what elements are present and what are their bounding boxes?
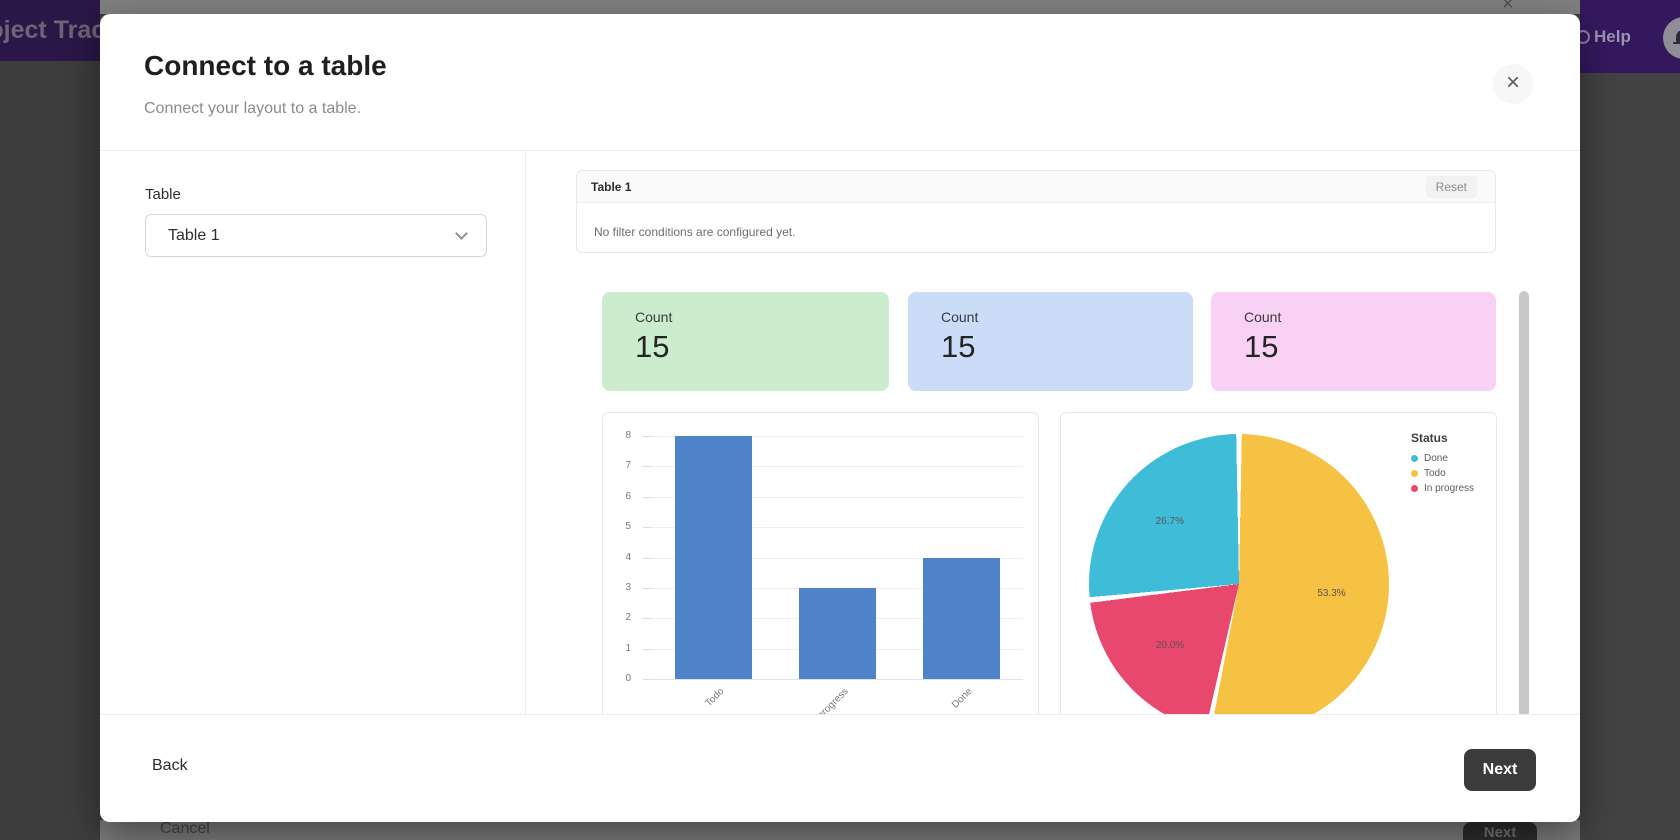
bar-y-tick-label: 7	[625, 460, 631, 472]
reset-button[interactable]: Reset	[1425, 176, 1477, 198]
modal-body: Table Table 1 Table 1 Reset No filter co…	[100, 150, 1580, 714]
bar-y-tick-label: 1	[625, 642, 631, 654]
app-header-left: Project Tracker	[0, 0, 100, 61]
filter-card-header: Table 1 Reset	[577, 171, 1495, 203]
bar-axis-tick	[643, 618, 651, 620]
table-field-label: Table	[145, 186, 181, 203]
behind-next-button: Next	[1463, 822, 1537, 840]
chevron-down-icon	[455, 227, 468, 240]
count-label: Count	[1244, 309, 1282, 325]
modal-footer: Back Next	[100, 714, 1580, 822]
preview-scrollbar[interactable]	[1519, 291, 1529, 714]
legend-dot	[1411, 455, 1418, 462]
count-value: 15	[1244, 329, 1279, 364]
bar-axis-tick	[643, 466, 651, 468]
pie-chart	[1089, 434, 1389, 714]
legend-item-done: Done	[1411, 453, 1474, 464]
legend-item-todo: Todo	[1411, 468, 1474, 479]
count-label: Count	[941, 309, 979, 325]
app-header-right: Help	[1576, 0, 1680, 73]
back-button[interactable]: Back	[152, 757, 188, 775]
bar-x-label: In progress	[807, 686, 851, 714]
close-icon[interactable]: ×	[1493, 64, 1533, 104]
bar-gridline	[651, 679, 1023, 680]
legend-dot	[1411, 485, 1418, 492]
bar-axis-tick	[643, 679, 651, 680]
bar-chart: 0 1 2 3 4 5 6 7 8 Todo In progress Done	[603, 413, 1038, 714]
count-card-green: Count 15	[602, 292, 889, 391]
filter-card: Table 1 Reset No filter conditions are c…	[576, 170, 1496, 253]
bar-axis-tick	[643, 436, 651, 437]
bar-axis-tick	[643, 557, 651, 559]
behind-dialog-top-edge: ×	[100, 0, 1580, 15]
legend-label: In progress	[1424, 483, 1475, 494]
bar-x-label: Todo	[703, 686, 727, 710]
settings-pane: Table Table 1	[100, 151, 525, 714]
backdrop-left	[0, 0, 100, 840]
legend-label: Done	[1424, 453, 1448, 464]
filter-empty-text: No filter conditions are configured yet.	[594, 225, 796, 239]
backdrop-right	[1580, 0, 1680, 840]
count-label: Count	[635, 309, 673, 325]
bar-y-tick-label: 3	[625, 581, 631, 593]
modal-subtitle: Connect your layout to a table.	[144, 100, 362, 117]
bar-done	[922, 557, 1000, 679]
pie-chart-card: 53.3% 20.0% 26.7% Status Done Todo In prog…	[1060, 412, 1497, 714]
avatar	[1663, 17, 1680, 59]
app-logo: Project Tracker	[0, 16, 100, 44]
legend-title: Status	[1411, 431, 1448, 445]
count-value: 15	[941, 329, 976, 364]
bar-y-tick-label: 2	[625, 612, 631, 624]
bar-chart-card: 0 1 2 3 4 5 6 7 8 Todo In progress Done	[602, 412, 1039, 714]
count-value: 15	[635, 329, 670, 364]
table-select[interactable]: Table 1	[145, 214, 487, 257]
next-button[interactable]: Next	[1464, 749, 1536, 791]
count-card-pink: Count 15	[1211, 292, 1496, 391]
count-card-blue: Count 15	[908, 292, 1193, 391]
bar-y-tick-label: 8	[625, 430, 631, 441]
bar-y-tick-label: 5	[625, 521, 631, 533]
bar-y-tick-label: 0	[625, 673, 631, 684]
behind-cancel-button: Cancel	[160, 820, 210, 837]
bar-axis-tick	[643, 527, 651, 529]
legend-dot	[1411, 470, 1418, 477]
filter-card-title: Table 1	[591, 180, 632, 194]
bar-todo	[674, 436, 752, 679]
bar-axis-tick	[643, 496, 651, 498]
bell-icon	[1673, 30, 1680, 44]
behind-dialog-footer: Cancel Next	[100, 820, 1580, 840]
legend-item-inprogress: In progress	[1411, 483, 1474, 494]
pie-legend: Status Done Todo In progress	[1411, 431, 1474, 498]
table-select-value: Table 1	[168, 227, 220, 244]
help-label: Help	[1594, 27, 1631, 46]
bar-in-progress	[798, 587, 876, 679]
connect-table-modal: Connect to a table Connect your layout t…	[100, 14, 1580, 822]
bar-axis-tick	[643, 648, 651, 650]
bar-y-tick-label: 4	[625, 551, 631, 563]
modal-title: Connect to a table	[144, 50, 387, 81]
bar-y-tick-label: 6	[625, 490, 631, 502]
bar-x-label: Done	[950, 686, 975, 711]
bar-axis-tick	[643, 587, 651, 589]
legend-label: Todo	[1424, 468, 1446, 479]
